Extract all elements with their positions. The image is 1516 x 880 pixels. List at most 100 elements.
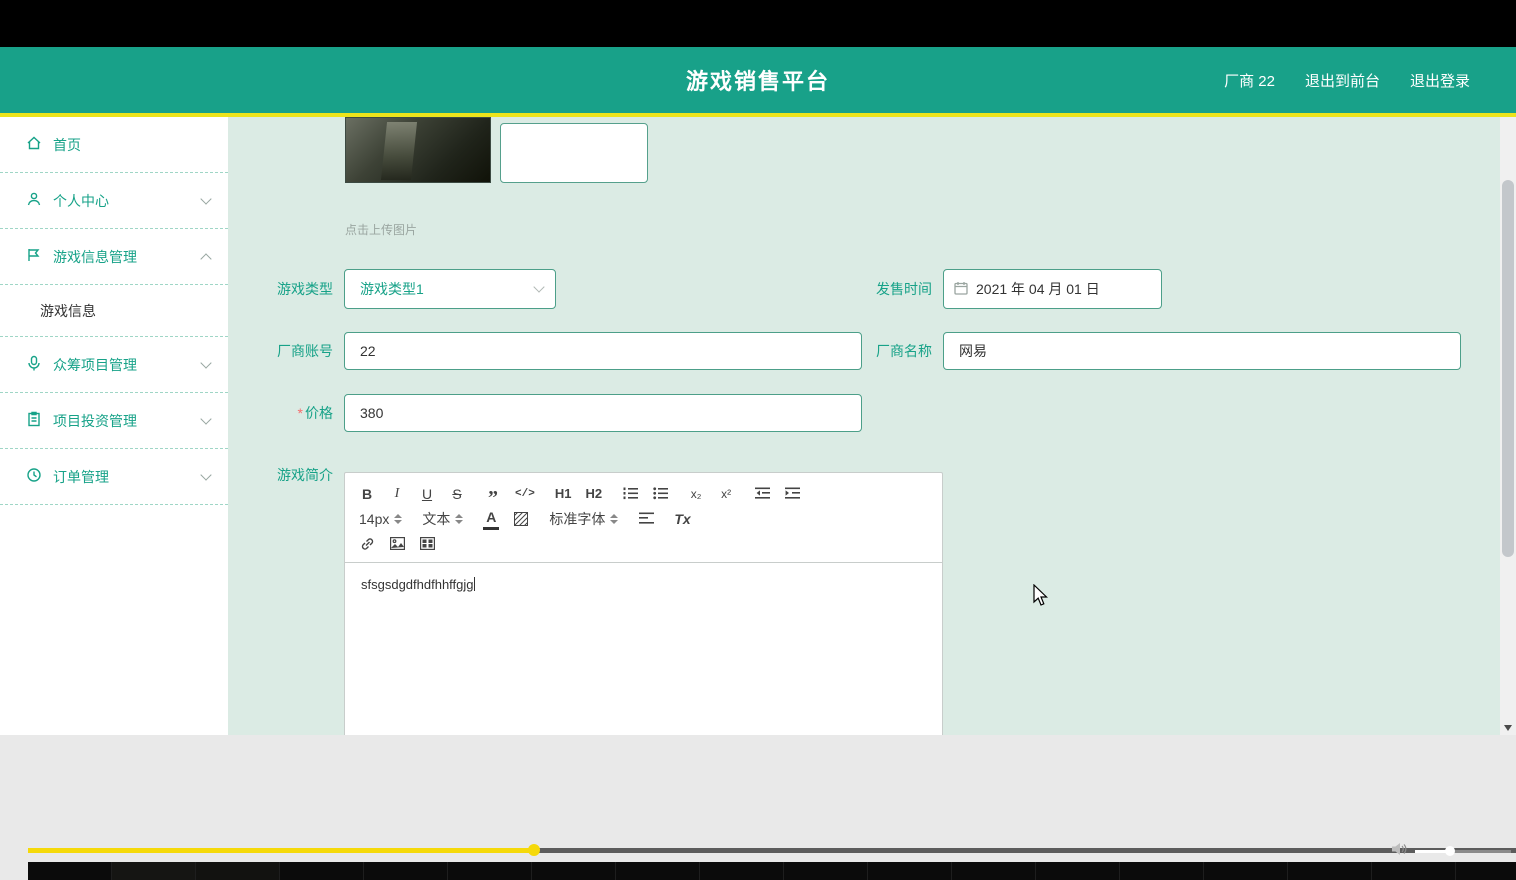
chevron-down-icon [200,413,211,424]
font-size-value: 14px [359,511,389,527]
sidebar-item-personal-center[interactable]: 个人中心 [0,173,228,229]
video-progress-knob[interactable] [528,844,540,856]
sidebar-item-investment-mgmt[interactable]: 项目投资管理 [0,393,228,449]
chevron-down-icon [200,469,211,480]
video-progress-bar[interactable] [28,848,1516,853]
uploaded-image-thumbnail[interactable] [345,117,491,183]
volume-knob[interactable] [1445,846,1455,856]
vendor-account-input-wrap [344,332,862,370]
logout-link[interactable]: 退出登录 [1410,70,1470,91]
sidebar-subitem-game-info[interactable]: 游戏信息 [0,285,228,337]
text-color-button[interactable]: A [483,508,499,530]
sidebar-item-label: 游戏信息管理 [53,247,137,267]
font-family-select[interactable]: 标准字体 [549,508,618,530]
toolbar-row-2: 14px 文本 A 标准字体 [359,506,928,531]
select-arrows-icon [455,514,463,524]
underline-button[interactable]: U [419,483,435,505]
home-icon [26,135,42,154]
sidebar-item-crowdfund-mgmt[interactable]: 众筹项目管理 [0,337,228,393]
bold-button[interactable]: B [359,483,375,505]
image-icon[interactable] [389,533,405,555]
release-date-picker[interactable]: 2021 年 04 月 01 日 [943,269,1162,309]
release-date-label: 发售时间 [876,279,932,299]
price-input-wrap [344,394,862,432]
page-title: 游戏销售平台 [686,64,830,96]
sidebar-item-order-mgmt[interactable]: 订单管理 [0,449,228,505]
editor-content-area[interactable]: sfsgsdgdfhdfhhffgjg [345,563,942,606]
volume-slider[interactable] [1415,850,1511,853]
chevron-up-icon [200,253,211,264]
user-icon [26,191,42,210]
video-volume-controls [1392,842,1511,861]
sidebar-subitem-label: 游戏信息 [40,301,96,321]
video-filmstrip[interactable] [28,862,1516,880]
heading2-button[interactable]: H2 [585,483,602,505]
calendar-icon [954,281,968,298]
subscript-button[interactable]: x₂ [688,483,704,505]
toolbar-row-1: B I U S ” </> H1 H2 x₂ [359,481,928,506]
vendor-account-field-label: 厂商账号 [277,341,333,361]
italic-button[interactable]: I [389,483,405,505]
strikethrough-button[interactable]: S [449,483,465,505]
sidebar: 首页 个人中心 游戏信息管理 游戏信息 [0,117,228,735]
game-type-selected-value: 游戏类型1 [360,279,424,299]
outdent-icon[interactable] [754,483,770,505]
font-family-value: 标准字体 [549,509,605,529]
font-size-select[interactable]: 14px [359,508,402,530]
sidebar-item-game-info-mgmt[interactable]: 游戏信息管理 [0,229,228,285]
speaker-icon[interactable] [1392,842,1407,861]
order-icon [26,467,42,486]
vendor-name-input-wrap [943,332,1461,370]
video-icon[interactable] [419,533,435,555]
vendor-name-input[interactable] [944,333,1460,369]
blockquote-button[interactable]: ” [485,483,501,505]
select-arrows-icon [394,514,402,524]
indent-icon[interactable] [784,483,800,505]
header-nav: 厂商 22 退出到前台 退出登录 [1224,47,1470,113]
ordered-list-icon[interactable] [622,483,638,505]
code-block-button[interactable]: </> [515,483,535,505]
game-info-icon [26,247,42,266]
game-type-label: 游戏类型 [277,279,333,299]
paragraph-style-select[interactable]: 文本 [422,508,463,530]
image-upload-box[interactable] [500,123,648,183]
upload-hint-text: 点击上传图片 [345,221,417,238]
scrollbar-down-arrow[interactable] [1504,725,1512,731]
sidebar-item-label: 首页 [53,135,81,155]
heading1-button[interactable]: H1 [555,483,572,505]
sidebar-item-home[interactable]: 首页 [0,117,228,173]
bullet-list-icon[interactable] [652,483,668,505]
text-caret [474,577,475,591]
clear-format-button[interactable]: Tx [674,508,690,530]
mic-icon [26,355,42,374]
sidebar-item-label: 个人中心 [53,191,109,211]
rich-text-editor: B I U S ” </> H1 H2 x₂ [344,472,943,735]
chevron-down-icon [200,357,211,368]
vendor-account-label[interactable]: 厂商 22 [1224,70,1275,91]
game-type-select[interactable]: 游戏类型1 [344,269,556,309]
intro-field-label: 游戏简介 [277,465,333,485]
app-root: 游戏销售平台 厂商 22 退出到前台 退出登录 首页 个人中心 [0,0,1516,880]
video-progress-played [28,848,534,853]
main-content: 点击上传图片 游戏类型 游戏类型1 发售时间 2021 年 04 月 01 日 … [228,117,1516,735]
align-select[interactable] [638,508,654,530]
vertical-scrollbar[interactable] [1500,117,1516,735]
top-black-bar [0,0,1516,47]
release-date-value: 2021 年 04 月 01 日 [976,279,1100,299]
exit-to-front-link[interactable]: 退出到前台 [1305,70,1380,91]
invest-icon [26,411,42,430]
toolbar-row-3 [359,531,928,556]
background-color-button[interactable] [513,508,529,530]
sidebar-item-label: 项目投资管理 [53,411,137,431]
editor-toolbar: B I U S ” </> H1 H2 x₂ [345,473,942,563]
sidebar-item-label: 众筹项目管理 [53,355,137,375]
app-body: 首页 个人中心 游戏信息管理 游戏信息 [0,117,1516,735]
vendor-name-field-label: 厂商名称 [876,341,932,361]
superscript-button[interactable]: x² [718,483,734,505]
app-header: 游戏销售平台 厂商 22 退出到前台 退出登录 [0,47,1516,113]
price-input[interactable] [345,395,861,431]
scrollbar-thumb[interactable] [1502,180,1514,557]
link-icon[interactable] [359,533,375,555]
sidebar-item-label: 订单管理 [53,467,109,487]
vendor-account-input[interactable] [345,333,861,369]
